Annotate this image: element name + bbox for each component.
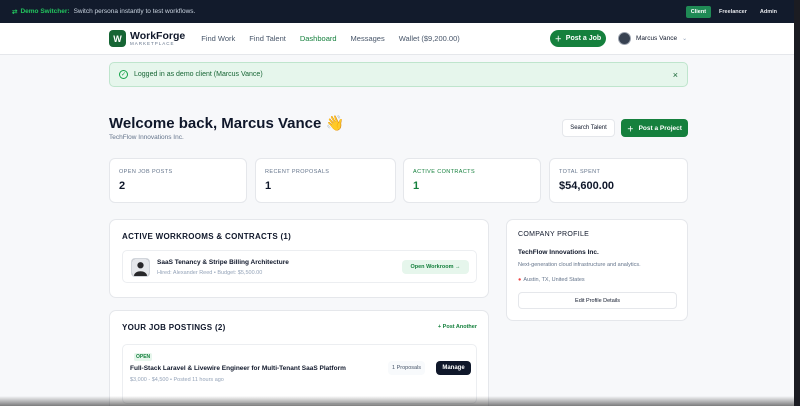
nav-link-wallet[interactable]: Wallet ($9,200.00) [399, 34, 460, 43]
status-badge: OPEN [134, 353, 153, 361]
logo-name: WorkForge [130, 30, 186, 42]
open-workroom-button[interactable]: Open Workroom → [402, 260, 469, 274]
close-icon[interactable]: × [673, 70, 678, 80]
stat-value: 1 [265, 180, 272, 192]
stat-card-active-contracts: ACTIVE CONTRACTS 1 [403, 158, 541, 203]
stat-value: 2 [119, 180, 126, 192]
chevron-down-icon: ⌄ [682, 36, 688, 42]
stat-label: TOTAL SPENT [559, 169, 601, 175]
avatar [131, 258, 150, 277]
job-posting-item: OPEN Full-Stack Laravel & Livewire Engin… [122, 344, 477, 404]
persona-freelancer-button[interactable]: Freelancer [714, 6, 752, 18]
edit-profile-button[interactable]: Edit Profile Details [518, 292, 677, 309]
search-talent-button[interactable]: Search Talent [562, 119, 615, 137]
scrollbar[interactable] [794, 0, 800, 406]
stat-value: $54,600.00 [559, 180, 615, 192]
logo[interactable]: W WorkForge MARKETPLACE [109, 30, 185, 47]
workrooms-title: ACTIVE WORKROOMS & CONTRACTS (1) [122, 232, 292, 241]
demo-switcher-lead: ⇄ Demo Switcher: [12, 8, 70, 16]
nav-link-messages[interactable]: Messages [351, 34, 385, 43]
plus-icon: ＋ [554, 35, 562, 43]
bottom-shadow [0, 396, 794, 406]
nav-link-dashboard[interactable]: Dashboard [300, 34, 337, 43]
contract-title: SaaS Tenancy & Stripe Billing Architectu… [157, 259, 289, 266]
switch-icon: ⇄ [12, 8, 18, 16]
job-postings-title: YOUR JOB POSTINGS (2) [122, 323, 226, 332]
contract-meta: Hired: Alexander Reed • Budget: $5,500.0… [157, 270, 263, 276]
company-profile-card: COMPANY PROFILE TechFlow Innovations Inc… [506, 219, 688, 321]
demo-switcher-bar: ⇄ Demo Switcher: Switch persona instantl… [0, 0, 794, 23]
user-name: Marcus Vance [636, 35, 678, 42]
top-nav: W WorkForge MARKETPLACE Find Work Find T… [0, 23, 794, 55]
plus-icon: ＋ [627, 126, 634, 133]
company-description: Next-generation cloud infrastructure and… [518, 262, 641, 268]
nav-links: Find Work Find Talent Dashboard Messages… [201, 34, 460, 43]
post-another-link[interactable]: + Post Another [438, 324, 477, 330]
check-circle-icon: ✓ [119, 70, 128, 79]
demo-switcher-text: Switch persona instantly to test workflo… [73, 8, 196, 15]
stat-card-total-spent: TOTAL SPENT $54,600.00 [549, 158, 688, 203]
post-job-button[interactable]: ＋ Post a Job [550, 30, 606, 47]
company-location: ● Austin, TX, United States [518, 277, 585, 283]
user-menu[interactable]: Marcus Vance ⌄ [618, 32, 687, 45]
job-postings-card: YOUR JOB POSTINGS (2) + Post Another OPE… [109, 310, 489, 406]
login-alert: ✓ Logged in as demo client (Marcus Vance… [109, 62, 688, 87]
stat-label: OPEN JOB POSTS [119, 169, 173, 175]
stat-value: 1 [413, 180, 420, 192]
avatar [618, 32, 631, 45]
stat-card-open-jobs: OPEN JOB POSTS 2 [109, 158, 247, 203]
persona-admin-button[interactable]: Admin [755, 6, 782, 18]
company-profile-title: COMPANY PROFILE [518, 231, 590, 238]
company-subtitle: TechFlow Innovations Inc. [109, 134, 184, 141]
alert-text: Logged in as demo client (Marcus Vance) [134, 71, 263, 78]
stat-card-recent-proposals: RECENT PROPOSALS 1 [255, 158, 396, 203]
nav-link-find-work[interactable]: Find Work [201, 34, 235, 43]
persona-switch: Client Freelancer Admin [685, 5, 782, 18]
page: ⇄ Demo Switcher: Switch persona instantl… [0, 0, 794, 406]
page-title: Welcome back, Marcus Vance 👋 [109, 115, 345, 132]
manage-button[interactable]: Manage [436, 361, 471, 375]
nav-link-find-talent[interactable]: Find Talent [249, 34, 286, 43]
persona-client-button[interactable]: Client [685, 5, 712, 18]
job-meta: $3,000 - $4,500 • Posted 11 hours ago [130, 377, 224, 383]
proposals-count[interactable]: 1 Proposals [388, 361, 426, 375]
stat-label: ACTIVE CONTRACTS [413, 169, 476, 175]
workrooms-card: ACTIVE WORKROOMS & CONTRACTS (1) SaaS Te… [109, 219, 489, 298]
post-project-button[interactable]: ＋ Post a Project [621, 119, 688, 137]
job-title[interactable]: Full-Stack Laravel & Livewire Engineer f… [130, 365, 346, 372]
logo-mark: W [109, 30, 126, 47]
stat-label: RECENT PROPOSALS [265, 169, 330, 175]
map-pin-icon: ● [518, 277, 522, 283]
contract-item: SaaS Tenancy & Stripe Billing Architectu… [122, 250, 477, 283]
company-name: TechFlow Innovations Inc. [518, 249, 599, 256]
